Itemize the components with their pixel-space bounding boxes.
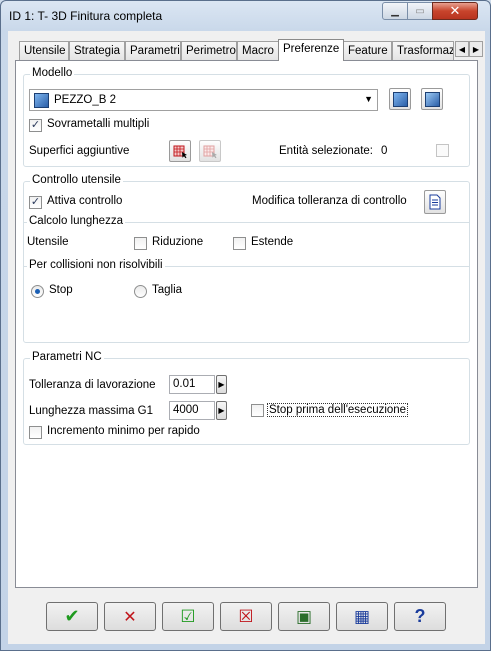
controllo-group-label: Controllo utensile: [30, 174, 123, 186]
tab-macro[interactable]: Macro: [237, 41, 279, 60]
stop-radio[interactable]: [31, 285, 44, 298]
sovrametalli-checkbox[interactable]: ✓: [29, 119, 42, 132]
modello-group-label: Modello: [30, 67, 75, 79]
lunghezza-spin-button[interactable]: ▶: [216, 401, 227, 420]
help-button[interactable]: ?: [394, 602, 446, 631]
incremento-label: Incremento minimo per rapido: [47, 425, 200, 437]
lunghezza-input[interactable]: 4000: [169, 401, 215, 420]
deselect-surfaces-icon: [203, 145, 217, 158]
tab-utensile[interactable]: Utensile: [19, 41, 69, 60]
riduzione-label: Riduzione: [152, 236, 204, 248]
tab-preferenze[interactable]: Preferenze: [278, 39, 344, 61]
checkmark-icon: ✔: [64, 606, 80, 626]
tolleranza-label: Tolleranza di lavorazione: [29, 379, 156, 391]
ok-button[interactable]: ✔: [46, 602, 98, 631]
title-bar[interactable]: ID 1: T- 3D Finitura completa ▁ ▭ ✕: [1, 1, 490, 31]
estende-checkbox[interactable]: [233, 237, 246, 250]
utensile-label: Utensile: [27, 236, 69, 248]
stop-prima-checkbox[interactable]: [251, 404, 264, 417]
dialog-window: ID 1: T- 3D Finitura completa ▁ ▭ ✕ Uten…: [0, 0, 491, 651]
collisioni-label: Per collisioni non risolvibili: [27, 259, 165, 271]
model-stack-icon: [424, 91, 440, 107]
estende-label: Estende: [251, 236, 294, 248]
tab-trasformazioni[interactable]: Trasformaz: [392, 41, 454, 60]
superfici-label: Superfici aggiuntive: [29, 145, 130, 157]
lunghezza-label: Lunghezza massima G1: [29, 405, 154, 417]
model-select-value: PEZZO_B 2: [54, 94, 116, 106]
pick-surfaces-button[interactable]: [169, 140, 191, 162]
tab-scroll-left-icon[interactable]: ◀: [455, 41, 469, 57]
apply-icon: ☑: [180, 606, 196, 626]
dialog-client-area: Utensile Strategia Parametri Perimetro M…: [8, 31, 485, 644]
reset-button[interactable]: ☒: [220, 602, 272, 631]
preview-button[interactable]: ▣: [278, 602, 330, 631]
reset-icon: ☒: [238, 606, 254, 626]
select-model-button[interactable]: [389, 88, 411, 110]
entita-count: 0: [381, 145, 388, 157]
pick-surfaces-icon: [173, 145, 187, 158]
deselect-surfaces-button: [199, 140, 221, 162]
parametri-nc-label: Parametri NC: [30, 351, 104, 363]
attiva-controllo-label: Attiva controllo: [47, 195, 123, 207]
riduzione-checkbox[interactable]: [134, 237, 147, 250]
incremento-checkbox[interactable]: [29, 426, 42, 439]
cancel-button[interactable]: ✕: [104, 602, 156, 631]
stop-prima-label: Stop prima dell'esecuzione: [267, 403, 409, 417]
controllo-utensile-group: Controllo utensile ✓ Attiva controllo Mo…: [23, 174, 470, 343]
preferenze-panel: Modello PEZZO_B 2 ▼ ✓ Sovrametalli multi…: [15, 60, 478, 588]
save-icon: ▦: [353, 606, 371, 626]
model-options-button[interactable]: [421, 88, 443, 110]
model-select[interactable]: PEZZO_B 2 ▼: [29, 89, 378, 111]
tolleranza-spin-button[interactable]: ▶: [216, 375, 227, 394]
close-button[interactable]: ✕: [432, 2, 478, 20]
tolleranza-input[interactable]: 0.01: [169, 375, 215, 394]
sovrametalli-label: Sovrametalli multipli: [47, 118, 150, 130]
tab-parametri[interactable]: Parametri: [125, 41, 181, 60]
minimize-button[interactable]: ▁: [382, 2, 408, 20]
model-cube-icon: [392, 91, 408, 107]
document-icon: [429, 194, 441, 210]
tab-strategia[interactable]: Strategia: [69, 41, 125, 60]
modifica-tolleranza-button[interactable]: [424, 190, 446, 214]
tab-feature[interactable]: Feature: [343, 41, 392, 60]
parametri-nc-group: Parametri NC Tolleranza di lavorazione 0…: [23, 351, 470, 445]
preview-icon: ▣: [295, 606, 313, 626]
model-cube-icon: [34, 93, 49, 108]
tab-strip: Utensile Strategia Parametri Perimetro M…: [19, 39, 485, 61]
save-button[interactable]: ▦: [336, 602, 388, 631]
modello-group: Modello PEZZO_B 2 ▼ ✓ Sovrametalli multi…: [23, 67, 470, 167]
calcolo-lunghezza-label: Calcolo lunghezza: [27, 215, 125, 227]
chevron-down-icon: ▼: [364, 94, 373, 104]
cross-icon: ✕: [123, 608, 137, 626]
modifica-tolleranza-label: Modifica tolleranza di controllo: [252, 195, 407, 207]
help-icon: ?: [414, 606, 426, 626]
taglia-radio[interactable]: [134, 285, 147, 298]
stop-label: Stop: [49, 284, 73, 296]
attiva-controllo-checkbox[interactable]: ✓: [29, 196, 42, 209]
window-title: ID 1: T- 3D Finitura completa: [9, 9, 163, 23]
apply-button[interactable]: ☑: [162, 602, 214, 631]
entita-label: Entità selezionate:: [279, 145, 373, 157]
maximize-button: ▭: [407, 2, 433, 20]
tab-perimetro[interactable]: Perimetro: [181, 41, 237, 60]
taglia-label: Taglia: [152, 284, 183, 296]
tab-scroll-right-icon[interactable]: ▶: [469, 41, 483, 57]
entita-checkbox: [436, 144, 449, 157]
